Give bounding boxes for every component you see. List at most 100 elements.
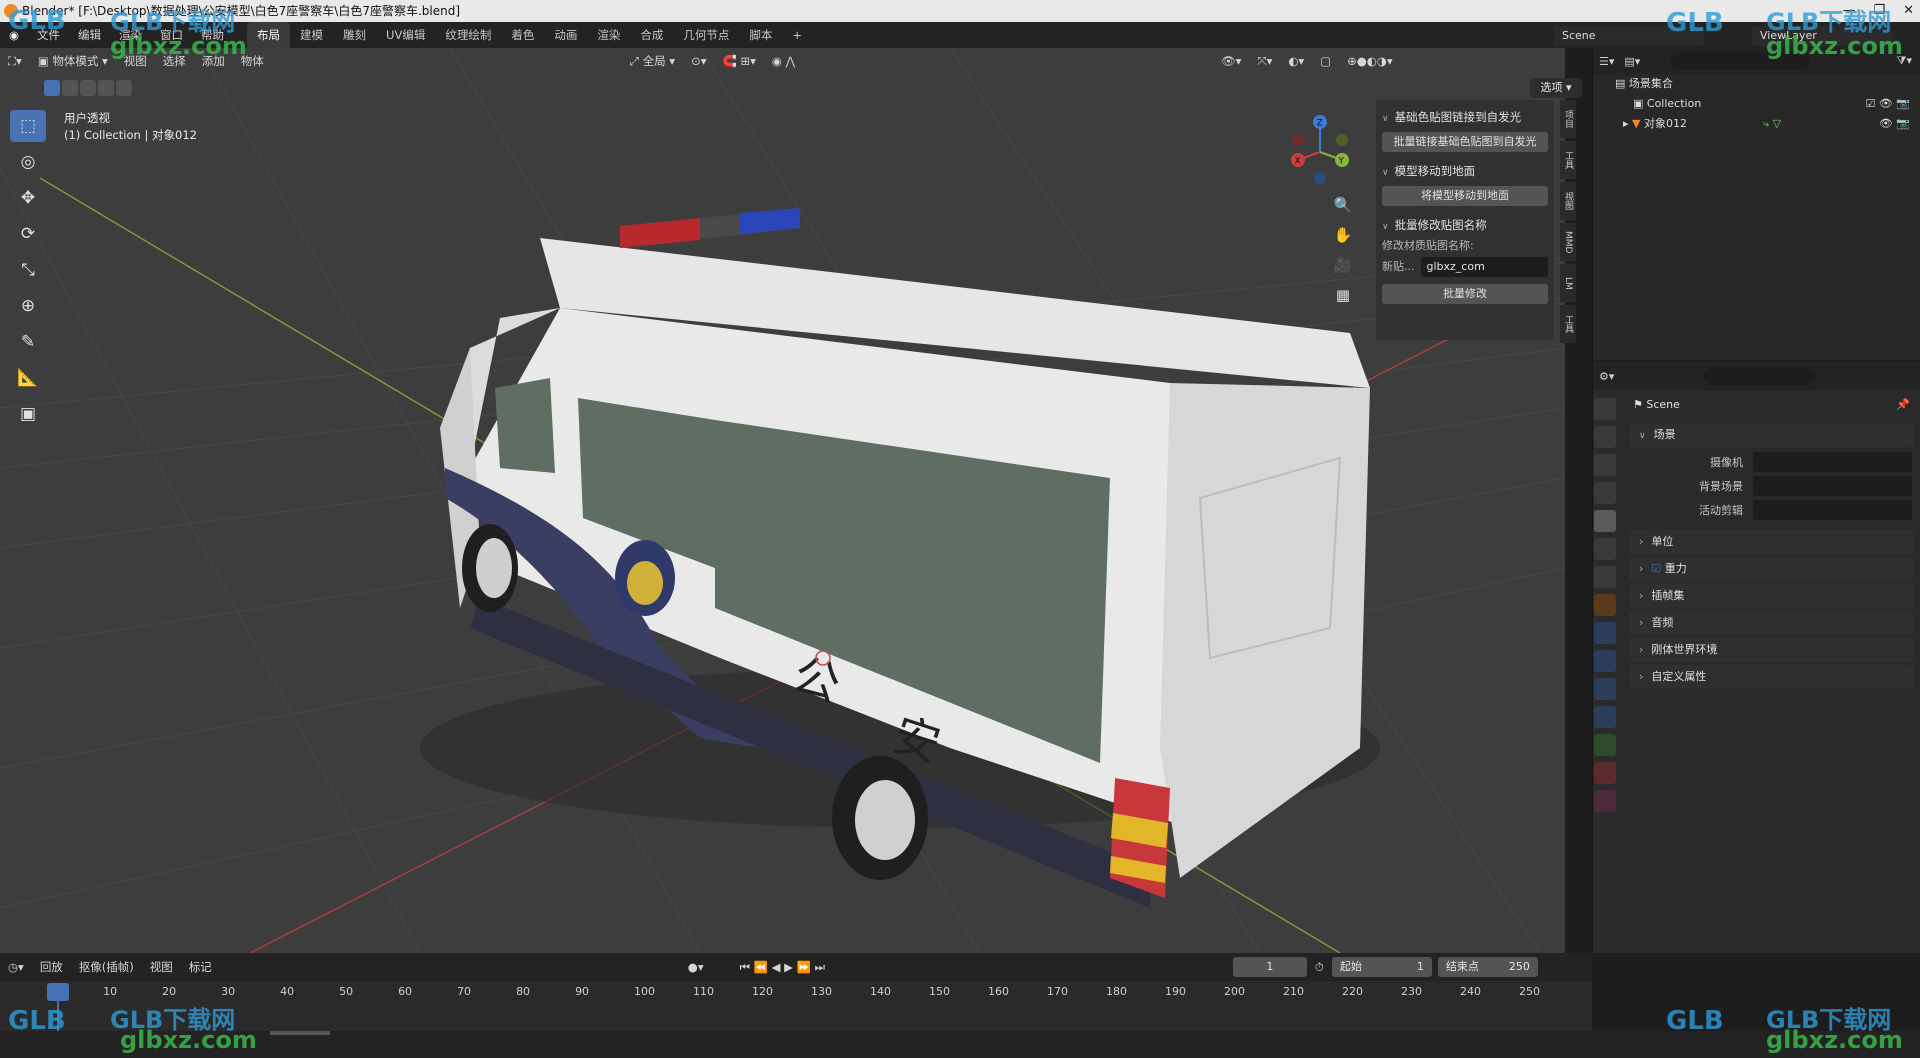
panel-custom-properties[interactable]: 自定义属性 [1629, 665, 1914, 689]
zoom-icon[interactable]: 🔍 [1330, 192, 1356, 218]
outliner-editor-icon[interactable]: ☰▾ [1599, 55, 1614, 68]
end-frame-field[interactable]: 结束点 250 [1437, 957, 1538, 977]
panel-emission-link[interactable]: 基础色贴图链接到自发光 [1382, 106, 1548, 128]
timeline-ruler[interactable]: 1102030405060708090100110120130140150160… [0, 981, 1592, 1031]
menu-keying[interactable]: 抠像(插帧) [71, 959, 142, 975]
overlay-toggle-icon[interactable]: ◐▾ [1280, 54, 1312, 68]
particles-tab-icon[interactable] [1594, 650, 1616, 672]
visibility-icon[interactable]: 👁▾ [1213, 54, 1249, 68]
expand-arrow-icon[interactable]: ▸ [1623, 117, 1632, 130]
select-subtract-icon[interactable] [80, 80, 96, 96]
panel-rigid-body-world[interactable]: 刚体世界环境 [1629, 638, 1914, 662]
options-dropdown[interactable]: 选项 ▾ [1530, 78, 1582, 98]
shading-modes-icon[interactable]: ⊕●◐◑▾ [1339, 54, 1401, 68]
data-tab-icon[interactable] [1594, 734, 1616, 756]
annotate-icon[interactable]: ✎ [10, 326, 46, 358]
batch-rename-button[interactable]: 批量修改 [1382, 284, 1548, 304]
tool-tab-icon[interactable] [1594, 398, 1616, 420]
tab-geometry-nodes[interactable]: 几何节点 [673, 22, 739, 48]
tab-modeling[interactable]: 建模 [290, 22, 333, 48]
police-van-model[interactable]: 公 安 [420, 208, 1380, 908]
add-workspace-button[interactable]: + [782, 22, 812, 48]
panel-move-to-ground[interactable]: 模型移动到地面 [1382, 160, 1548, 182]
render-tab-icon[interactable] [1594, 426, 1616, 448]
tab-item[interactable]: 项目 [1560, 100, 1576, 138]
playhead[interactable] [47, 983, 69, 1001]
record-button[interactable]: ●▾ [680, 960, 712, 974]
select-new-icon[interactable] [44, 80, 60, 96]
tab-animation[interactable]: 动画 [544, 22, 587, 48]
display-mode-icon[interactable]: ▤▾ [1624, 55, 1640, 68]
tab-tool[interactable]: 工具 [1560, 141, 1576, 179]
measure-icon[interactable]: 📐 [10, 362, 46, 394]
tab-shading[interactable]: 着色 [501, 22, 544, 48]
object-tab-icon[interactable] [1594, 594, 1616, 616]
tab-uv-editing[interactable]: UV编辑 [376, 22, 435, 48]
outliner-scene-collection[interactable]: ▤ 场景集合 [1593, 74, 1920, 94]
add-cube-icon[interactable]: ▣ [10, 398, 46, 430]
close-button[interactable]: ✕ [1903, 0, 1914, 22]
tab-rendering[interactable]: 渲染 [587, 22, 630, 48]
timeline-editor-icon[interactable]: ◷▾ [0, 960, 32, 974]
active-clip-field[interactable] [1753, 500, 1912, 520]
output-tab-icon[interactable] [1594, 454, 1616, 476]
camera-field[interactable] [1753, 452, 1912, 472]
collection-visibility-icons[interactable]: ☑ 👁 📷 [1865, 94, 1910, 114]
rotate-icon[interactable]: ⟳ [10, 218, 46, 250]
playback-controls[interactable]: ⏮ ⏪ ◀ ▶ ⏩ ⏭ [732, 960, 833, 975]
xray-icon[interactable]: ▢ [1312, 54, 1339, 68]
tab-layout[interactable]: 布局 [247, 22, 291, 48]
tab-view[interactable]: 视图 [1560, 182, 1576, 220]
tab-tools-extra[interactable]: 工具 [1560, 305, 1576, 343]
properties-editor-icon[interactable]: ⚙▾ [1599, 370, 1614, 383]
mode-selector[interactable]: ▣ 物体模式 ▾ [30, 53, 116, 69]
physics-tab-icon[interactable] [1594, 678, 1616, 700]
menu-edit[interactable]: 编辑 [69, 22, 110, 48]
select-extend-icon[interactable] [62, 80, 78, 96]
modifier-tab-icon[interactable] [1594, 622, 1616, 644]
panel-gravity[interactable]: ☑ 重力 [1629, 557, 1914, 581]
link-emission-button[interactable]: 批量链接基础色贴图到自发光 [1382, 132, 1548, 152]
pin-icon[interactable]: 📌 [1896, 390, 1910, 420]
world-tab-icon[interactable] [1594, 538, 1616, 560]
select-intersect-icon[interactable] [116, 80, 132, 96]
outliner-object[interactable]: ▸ ▼ 对象012 ⤷ ▽ 👁 📷 [1593, 114, 1920, 134]
panel-scene[interactable]: 场景 [1629, 423, 1914, 447]
outliner-collection[interactable]: ▣ Collection ☑ 👁 📷 [1593, 94, 1920, 114]
new-name-input[interactable]: glbxz_com [1420, 257, 1548, 277]
editor-type-icon[interactable]: ⛶▾ [0, 54, 30, 69]
proportional-edit-icon[interactable]: ◉ ⋀ [764, 54, 803, 68]
panel-audio[interactable]: 音频 [1629, 611, 1914, 635]
menu-playback[interactable]: 回放 [32, 959, 71, 975]
pan-hand-icon[interactable]: ✋ [1330, 222, 1356, 248]
select-invert-icon[interactable] [98, 80, 114, 96]
panel-keying-sets[interactable]: 插帧集 [1629, 584, 1914, 608]
properties-search-input[interactable] [1704, 367, 1815, 385]
cursor-icon[interactable]: ◎ [10, 146, 46, 178]
tab-sculpting[interactable]: 雕刻 [333, 22, 376, 48]
pivot-icon[interactable]: ⊙▾ [683, 54, 714, 68]
start-frame-field[interactable]: 起始 1 [1331, 957, 1432, 977]
scale-icon[interactable]: ⤡ [10, 254, 46, 286]
scene-tab-icon[interactable] [1594, 510, 1616, 532]
gizmo-toggle-icon[interactable]: ⤧▾ [1249, 54, 1280, 69]
gravity-checkbox[interactable]: ☑ [1651, 562, 1664, 575]
panel-rename-textures[interactable]: 批量修改贴图名称 [1382, 214, 1548, 236]
menu-marker[interactable]: 标记 [181, 959, 220, 975]
tab-mmd[interactable]: MMD [1560, 223, 1576, 261]
material-tab-icon[interactable] [1594, 762, 1616, 784]
snap-icon[interactable]: 🧲 ⊞▾ [715, 54, 764, 68]
collection-tab-icon[interactable] [1594, 566, 1616, 588]
menu-timeline-view[interactable]: 视图 [142, 959, 181, 975]
tab-scripting[interactable]: 脚本 [739, 22, 782, 48]
texture-tab-icon[interactable] [1594, 790, 1616, 812]
move-to-ground-button[interactable]: 将模型移动到地面 [1382, 186, 1548, 206]
select-box-icon[interactable]: ⬚ [10, 110, 46, 142]
object-visibility-icons[interactable]: 👁 📷 [1879, 114, 1910, 134]
tab-texture-paint[interactable]: 纹理绘制 [435, 22, 501, 48]
camera-view-icon[interactable]: 🎥 [1330, 252, 1356, 278]
panel-units[interactable]: 单位 [1629, 530, 1914, 554]
background-scene-field[interactable] [1753, 476, 1912, 496]
navigation-gizmo[interactable]: Z Y X [1284, 110, 1356, 188]
move-icon[interactable]: ✥ [10, 182, 46, 214]
